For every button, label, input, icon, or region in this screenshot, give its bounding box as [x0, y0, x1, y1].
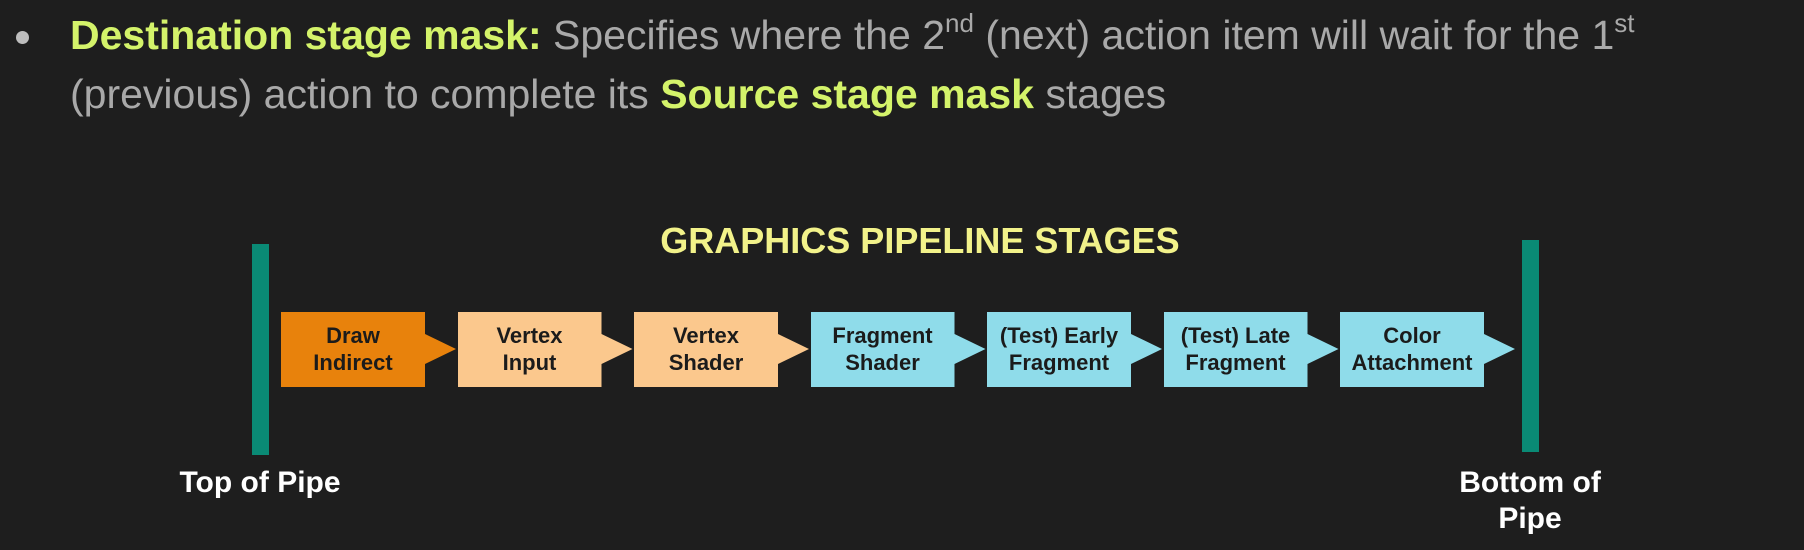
bullet-text-part-1: Specifies where the 2	[541, 12, 946, 58]
stage-label: Draw Indirect	[281, 322, 425, 376]
stage-label-line1: Color	[1383, 323, 1441, 348]
destination-stage-mask-term: Destination stage mask:	[70, 12, 542, 58]
pipeline-stage: Fragment Shader	[810, 312, 988, 387]
stage-label: Vertex Shader	[634, 322, 778, 376]
pipeline-stage: Draw Indirect	[281, 312, 458, 387]
stage-label-line2: Indirect	[313, 350, 393, 375]
stage-label: Fragment Shader	[811, 322, 955, 376]
stage-label-line2: Fragment	[1185, 350, 1286, 375]
stage-label-line1: Vertex	[672, 323, 740, 348]
stage-label-line1: (Test) Late	[1180, 323, 1291, 348]
bottom-of-pipe-label: Bottom of Pipe	[1430, 465, 1630, 537]
diagram-title: GRAPHICS PIPELINE STAGES	[660, 220, 1180, 261]
stage-label: (Test) Late Fragment	[1164, 322, 1308, 376]
source-stage-mask-term: Source stage mask	[660, 71, 1034, 117]
pipeline-stage: Color Attachment	[1340, 312, 1517, 387]
superscript-st: st	[1614, 8, 1635, 39]
top-of-pipe-bar	[252, 244, 269, 455]
pipeline-stage: Vertex Shader	[634, 312, 811, 387]
stage-label: Vertex Input	[458, 322, 602, 376]
stage-label-line2: Shader	[845, 350, 920, 375]
bottom-of-pipe-bar	[1522, 240, 1539, 452]
pipeline-stage: (Test) Late Fragment	[1163, 312, 1341, 387]
stage-label-line1: (Test) Early	[999, 323, 1119, 348]
bullet-dot-icon	[16, 31, 29, 44]
stage-label-line2: Attachment	[1351, 350, 1473, 375]
stage-label: (Test) Early Fragment	[987, 322, 1131, 376]
stage-label-line2: Input	[502, 350, 557, 375]
stage-label-line2: Shader	[668, 350, 744, 375]
bullet-text-part-4: stages	[1033, 71, 1167, 117]
bullet-text-part-3: (previous) action to complete its	[70, 71, 661, 117]
stage-label-line2: Fragment	[1008, 350, 1110, 375]
stage-label-line1: Fragment	[832, 323, 933, 348]
bottom-of-pipe-label-line2: Pipe	[1498, 502, 1562, 535]
bullet-text: Destination stage mask: Specifies where …	[70, 6, 1790, 124]
top-of-pipe-label: Top of Pipe	[179, 466, 341, 499]
stage-label: Color Attachment	[1340, 322, 1484, 376]
superscript-nd: nd	[945, 8, 974, 39]
stage-label-line1: Draw	[326, 323, 380, 348]
bottom-of-pipe-label-line1: Bottom of	[1459, 466, 1601, 499]
pipeline-stage: (Test) Early Fragment	[987, 312, 1164, 387]
stage-label-line1: Vertex	[496, 323, 563, 348]
bullet-text-part-2: (next) action item will wait for the 1	[973, 12, 1615, 58]
pipeline-stage: Vertex Input	[457, 312, 635, 387]
